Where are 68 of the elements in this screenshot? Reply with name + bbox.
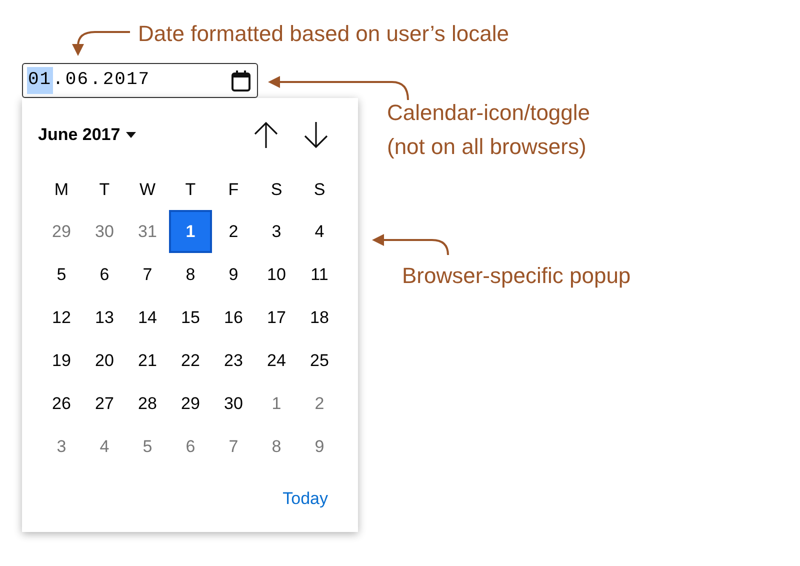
day-cell[interactable]: 1 [169, 210, 212, 253]
annotation-text: (not on all browsers) [387, 133, 588, 161]
day-cell[interactable]: 8 [255, 425, 298, 468]
calendar-icon[interactable] [231, 70, 251, 92]
day-cell[interactable]: 30 [212, 382, 255, 425]
day-cell[interactable]: 3 [255, 210, 298, 253]
date-field[interactable]: 01.06.2017 [22, 63, 258, 98]
arrow [72, 31, 130, 56]
day-cell[interactable]: 29 [40, 210, 83, 253]
day-cell[interactable]: 12 [40, 296, 83, 339]
annotation-text: Calendar-icon/toggle [387, 99, 590, 127]
month-selector[interactable]: June 2017 [38, 122, 136, 148]
annotation-text: Browser-specific popup [402, 262, 631, 290]
day-cell[interactable]: 3 [40, 425, 83, 468]
day-cell[interactable]: 16 [212, 296, 255, 339]
day-cell[interactable]: 7 [212, 425, 255, 468]
day-cell[interactable]: 6 [83, 253, 126, 296]
previous-month-button[interactable] [252, 119, 280, 151]
date-segment[interactable]: 2017 [102, 67, 152, 94]
weekday-label: S [270, 179, 284, 202]
day-cell[interactable]: 2 [298, 382, 341, 425]
day-cell[interactable]: 4 [298, 210, 341, 253]
day-cell[interactable]: 24 [255, 339, 298, 382]
today-button[interactable]: Today [282, 486, 328, 512]
down-arrow-icon [304, 121, 328, 149]
day-cell[interactable]: 19 [40, 339, 83, 382]
day-cell[interactable]: 13 [83, 296, 126, 339]
date-separator: . [52, 69, 64, 92]
day-cell[interactable]: 25 [298, 339, 341, 382]
day-cell[interactable]: 2 [212, 210, 255, 253]
day-cell[interactable]: 18 [298, 296, 341, 339]
day-cell[interactable]: 9 [298, 425, 341, 468]
day-cell[interactable]: 31 [126, 210, 169, 253]
day-cell[interactable]: 10 [255, 253, 298, 296]
date-segment[interactable]: 01 [27, 67, 53, 94]
weekday-label: W [138, 179, 157, 202]
day-cell[interactable]: 9 [212, 253, 255, 296]
annotation-text: Date formatted based on user’s locale [138, 20, 509, 48]
day-cell[interactable]: 26 [40, 382, 83, 425]
up-arrow-icon [254, 121, 278, 149]
day-cell[interactable]: 23 [212, 339, 255, 382]
day-cell[interactable]: 20 [83, 339, 126, 382]
day-cell[interactable]: 1 [255, 382, 298, 425]
day-cell[interactable]: 6 [169, 425, 212, 468]
next-month-button[interactable] [302, 119, 330, 151]
day-cell[interactable]: 28 [126, 382, 169, 425]
weekday-label: S [312, 179, 326, 202]
day-cell[interactable]: 29 [169, 382, 212, 425]
day-cell[interactable]: 27 [83, 382, 126, 425]
day-cell[interactable]: 17 [255, 296, 298, 339]
day-cell[interactable]: 5 [40, 253, 83, 296]
date-separator: . [90, 69, 102, 92]
weekday-label: M [53, 179, 70, 202]
day-cell[interactable]: 5 [126, 425, 169, 468]
date-segment[interactable]: 06 [64, 67, 90, 94]
day-cell[interactable]: 21 [126, 339, 169, 382]
weekday-label: T [98, 179, 111, 202]
day-cell[interactable]: 15 [169, 296, 212, 339]
weekday-label: T [184, 179, 197, 202]
day-cell[interactable]: 22 [169, 339, 212, 382]
day-cell[interactable]: 7 [126, 253, 169, 296]
day-cell[interactable]: 30 [83, 210, 126, 253]
weekday-label: F [227, 179, 240, 202]
day-cell[interactable]: 14 [126, 296, 169, 339]
day-cell[interactable]: 8 [169, 253, 212, 296]
day-cell[interactable]: 11 [298, 253, 341, 296]
caret-icon [126, 132, 136, 138]
day-cell[interactable]: 4 [83, 425, 126, 468]
